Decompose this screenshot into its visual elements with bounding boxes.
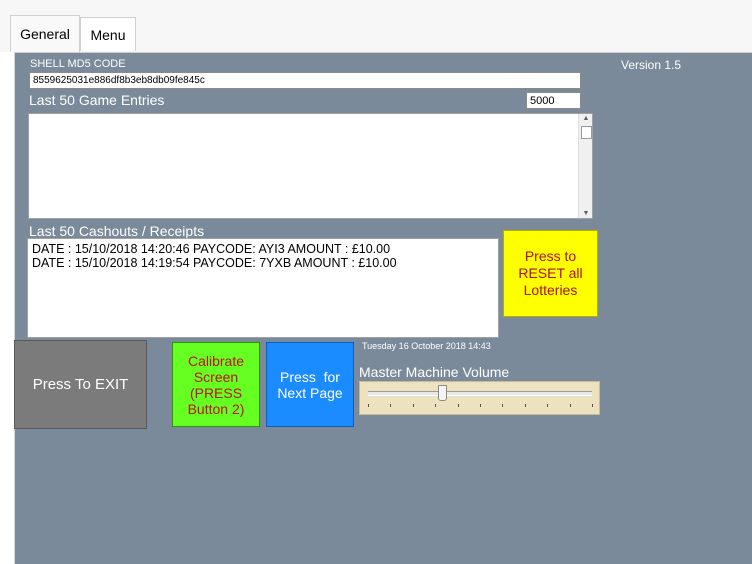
next-page-label: Press for Next Page	[277, 368, 344, 401]
volume-tick	[457, 404, 459, 407]
volume-slider-thumb[interactable]	[437, 385, 447, 401]
next-page-button[interactable]: Press for Next Page	[266, 342, 354, 427]
tab-menu[interactable]: Menu	[80, 17, 136, 51]
volume-slider[interactable]	[359, 381, 600, 415]
scroll-up-arrow-icon[interactable]: ▲	[579, 115, 593, 122]
volume-tick	[390, 404, 392, 407]
volume-slider-track	[368, 391, 592, 396]
exit-button[interactable]: Press To EXIT	[14, 340, 147, 429]
scroll-thumb[interactable]	[581, 126, 592, 139]
volume-tick	[592, 404, 593, 407]
entries-count-field[interactable]: 5000	[526, 92, 581, 109]
calibrate-screen-button[interactable]: Calibrate Screen (PRESS Button 2)	[172, 342, 260, 427]
datetime-label: Tuesday 16 October 2018 14:43	[362, 341, 491, 351]
cashouts-list[interactable]: DATE : 15/10/2018 14:20:46 PAYCODE: AYI3…	[27, 238, 499, 338]
volume-tick	[412, 404, 414, 407]
volume-tick	[547, 404, 549, 407]
game-entries-scrollbar[interactable]: ▲ ▼	[578, 114, 592, 218]
volume-tick	[569, 404, 571, 407]
list-item: DATE : 15/10/2018 14:20:46 PAYCODE: AYI3…	[32, 242, 391, 256]
version-label: Version 1.5	[621, 58, 682, 72]
calibrate-label: Calibrate Screen (PRESS Button 2)	[187, 352, 245, 417]
shell-md5-label: SHELL MD5 CODE	[30, 58, 126, 70]
volume-tick	[480, 404, 481, 407]
game-entries-label: Last 50 Game Entries	[29, 92, 165, 108]
volume-tick	[524, 404, 526, 407]
volume-tick	[368, 404, 369, 407]
cashouts-label: Last 50 Cashouts / Receipts	[29, 223, 205, 239]
list-item: DATE : 15/10/2018 14:19:54 PAYCODE: 7YXB…	[32, 256, 397, 270]
exit-label: Press To EXIT	[32, 376, 129, 393]
scroll-down-arrow-icon[interactable]: ▼	[579, 210, 593, 217]
reset-lotteries-label: Press to RESET all Lotteries	[518, 248, 583, 298]
volume-tick	[502, 404, 504, 407]
volume-tick	[435, 404, 437, 407]
volume-label: Master Machine Volume	[359, 364, 510, 380]
reset-lotteries-button[interactable]: Press to RESET all Lotteries	[503, 230, 598, 317]
shell-md5-field[interactable]: 8559625031e886df8b3eb8db09fe845c	[29, 72, 581, 89]
game-entries-list[interactable]: ▲ ▼	[28, 113, 593, 219]
tab-general[interactable]: General	[10, 15, 80, 52]
